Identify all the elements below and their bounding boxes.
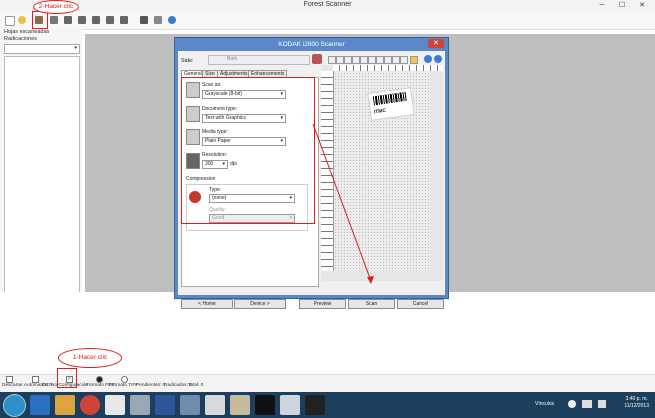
network-icon[interactable] [582, 400, 592, 408]
dialog-close-button[interactable]: ✕ [428, 39, 444, 48]
taskbar-app-icon[interactable] [180, 395, 200, 415]
taskbar-app-icon[interactable] [305, 395, 325, 415]
scan-preview-pane: ITMC [321, 65, 443, 281]
new-icon[interactable] [5, 16, 15, 26]
device-button[interactable]: Device > [234, 299, 286, 309]
home-button[interactable]: < Home [181, 299, 233, 309]
start-button[interactable] [3, 394, 26, 417]
taskbar-app-icon[interactable] [205, 395, 225, 415]
windows-taskbar: Vínculos 3:40 p. m. 11/12/2013 [0, 392, 655, 418]
barcode-label: ITMC [367, 87, 415, 121]
clock-date: 11/12/2013 [624, 403, 649, 409]
open-folder-icon[interactable] [18, 16, 26, 24]
barcode-text: ITMC [373, 107, 387, 116]
zoom-out-icon[interactable] [336, 56, 344, 64]
maximize-button[interactable]: ☐ [613, 1, 631, 10]
settings-highlight [181, 77, 315, 224]
info-icon[interactable] [434, 55, 442, 63]
volume-icon[interactable] [598, 400, 606, 408]
tool-icon-6[interactable] [78, 16, 86, 24]
status-bar: ✓ Descartar Automatico OCR No Configurac… [0, 374, 655, 393]
tool-control-icon[interactable] [368, 56, 376, 64]
tool-control-icon[interactable] [344, 56, 352, 64]
main-toolbar [0, 12, 655, 30]
tool-control-icon[interactable] [392, 56, 400, 64]
checkbox-highlight [57, 368, 77, 388]
tool-control-icon[interactable] [360, 56, 368, 64]
settings-shortcut-icon[interactable] [312, 54, 322, 64]
internet-explorer-icon[interactable] [30, 395, 50, 415]
tool-control-icon[interactable] [384, 56, 392, 64]
tool-icon-11[interactable] [154, 16, 162, 24]
scan-button[interactable]: Scan [348, 299, 395, 309]
chevron-down-icon: ▾ [74, 45, 77, 51]
cancel-button[interactable]: Cancel [397, 299, 444, 309]
app-title: Forest Scanner [303, 1, 352, 8]
print-icon[interactable] [140, 16, 148, 24]
scanned-sheets-label: Hojas escaneadas [4, 29, 50, 35]
tool-control-icon[interactable] [376, 56, 384, 64]
tool-icon-9[interactable] [120, 16, 128, 24]
pdf-format-radio[interactable] [96, 376, 103, 383]
taskbar-app-icon[interactable] [130, 395, 150, 415]
preview-image[interactable]: ITMC [334, 72, 430, 270]
word-icon[interactable] [155, 395, 175, 415]
barcode-bars [372, 91, 407, 106]
filings-label: Radicaciones [4, 36, 38, 42]
side-label: Side: [181, 58, 194, 64]
pending-count: Pendientes: 0 [136, 383, 166, 388]
taskbar-app-icon[interactable] [105, 395, 125, 415]
ocr-checkbox[interactable] [32, 376, 39, 383]
filings-select[interactable]: ▾ [4, 44, 80, 54]
auto-discard-label: Descartar Automatico [2, 383, 48, 388]
horizontal-ruler [333, 65, 443, 71]
taskbar-app-icon[interactable] [280, 395, 300, 415]
callout-step-1: 1-Hacer clic [58, 348, 122, 368]
taskbar-app-icon[interactable] [230, 395, 250, 415]
tiff-format-radio[interactable] [121, 376, 128, 383]
total-count: Total: 0 [188, 383, 204, 388]
auto-discard-checkbox[interactable] [6, 376, 13, 383]
tool-control-icon[interactable] [352, 56, 360, 64]
scanner-dialog-title: KODAK i2800 Scanner [278, 41, 345, 48]
side-value: Both [227, 56, 238, 62]
callout-step-2: 2-Hacer clic [33, 0, 79, 14]
help-icon[interactable] [168, 16, 176, 24]
preview-button[interactable]: Preview [299, 299, 346, 309]
help-icon[interactable] [568, 400, 576, 408]
links-toolbar-label[interactable]: Vínculos [535, 401, 554, 407]
minimize-button[interactable]: ─ [593, 1, 611, 10]
clock-time: 3:40 p. m. [625, 396, 648, 402]
tool-icon-5[interactable] [64, 16, 72, 24]
file-explorer-icon[interactable] [55, 395, 75, 415]
scan-icon-highlight [32, 11, 48, 29]
tiff-format-label: Formato TIFF [109, 383, 139, 388]
tool-control-icon[interactable] [400, 56, 408, 64]
vertical-ruler [321, 71, 334, 271]
tool-icon-8[interactable] [106, 16, 114, 24]
system-clock[interactable]: 3:40 p. m. 11/12/2013 [624, 396, 649, 410]
zoom-in-icon[interactable] [328, 56, 336, 64]
tool-icon-4[interactable] [50, 16, 58, 24]
tool-icon-7[interactable] [92, 16, 100, 24]
close-button[interactable]: ✕ [633, 1, 651, 10]
chrome-icon[interactable] [80, 395, 100, 415]
side-select[interactable]: Both [208, 55, 310, 65]
command-prompt-icon[interactable] [255, 395, 275, 415]
help-icon[interactable] [424, 55, 432, 63]
tool-control-icon[interactable] [410, 56, 418, 64]
